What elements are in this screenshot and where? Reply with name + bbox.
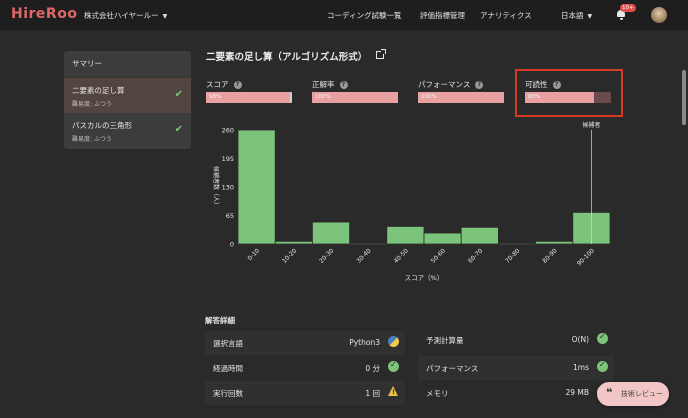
chevron-down-icon: ▼	[587, 13, 593, 20]
x-tick-label: 90-100	[576, 247, 596, 267]
page-title: 二要素の足し算（アルゴリズム形式）	[206, 52, 368, 63]
detail-row-language: 選択言語 Python3	[205, 331, 405, 355]
check-icon	[388, 360, 399, 372]
y-axis-label: 候補者数（人）	[212, 166, 220, 208]
help-icon[interactable]: ?	[475, 81, 484, 89]
external-link-icon[interactable]	[376, 49, 386, 59]
detail-row-memory: メモリ 29 MB	[418, 381, 614, 405]
scrollbar-thumb[interactable]	[682, 70, 686, 125]
page-scrollbar[interactable]	[681, 30, 686, 418]
detail-label: 予測計算量	[426, 336, 464, 345]
detail-row-elapsed-time: 経過時間 0 分	[205, 356, 405, 380]
x-tick-label: 50-60	[430, 247, 447, 264]
tech-review-button[interactable]: ❝ 技術レビュー	[597, 382, 669, 406]
x-tick-label: 80-90	[541, 247, 558, 264]
metric-performance-label: パフォーマンス?	[418, 79, 484, 90]
detail-value: 0 分	[365, 364, 380, 373]
sidebar-item-title: パスカルの三角形	[72, 121, 132, 130]
help-icon[interactable]: ?	[233, 81, 242, 89]
detail-value: O(N)	[571, 335, 589, 344]
chart-bar	[386, 226, 425, 245]
sidebar-item-two-sum[interactable]: 二要素の足し算 難易度: ふつう ✔	[64, 78, 191, 113]
y-tick-label: 0	[230, 241, 234, 249]
nav-coding-tests[interactable]: コーディング試験一覧	[327, 10, 401, 21]
detail-label: メモリ	[426, 389, 449, 398]
score-distribution-chart: 0 65 130 195 260 候補者数（人） 0-10 10-20 20-30 30-40 40…	[212, 121, 611, 282]
chart-bar	[274, 240, 313, 245]
top-header: HireRoo 株式会社ハイヤールー ▼ コーディング試験一覧 評価指標管理 アナ…	[0, 0, 688, 30]
detail-row-partial	[205, 406, 405, 418]
y-tick-label: 65	[226, 212, 234, 220]
metric-accuracy-value: 100%	[315, 94, 331, 100]
x-axis-label: スコア（%）	[405, 274, 444, 282]
candidate-marker-label: 候補者	[582, 121, 600, 129]
x-tick-label: 70-80	[504, 247, 521, 264]
detail-label: 実行回数	[213, 389, 243, 398]
check-icon: ✔	[174, 124, 183, 135]
language-label: 日本語	[561, 11, 584, 20]
notification-badge: 10+	[620, 4, 636, 12]
metric-accuracy-label: 正解率?	[312, 79, 348, 90]
help-icon[interactable]: ?	[339, 81, 348, 89]
readability-highlight-box	[515, 69, 623, 117]
x-tick-label: 60-70	[467, 247, 484, 264]
chart-bar	[535, 240, 574, 245]
y-tick-label: 195	[222, 155, 234, 163]
nav-analytics[interactable]: アナリティクス	[480, 10, 532, 21]
chart-bar	[460, 226, 499, 245]
hireroo-logo[interactable]: HireRoo	[11, 6, 77, 22]
company-selector[interactable]: 株式会社ハイヤールー ▼	[84, 10, 167, 21]
check-icon	[597, 360, 608, 372]
chart-bar	[312, 221, 351, 245]
detail-label: 経過時間	[213, 364, 243, 373]
sidebar-item-title: 二要素の足し算	[72, 86, 125, 95]
user-avatar[interactable]	[651, 7, 667, 23]
detail-value: 1ms	[573, 363, 589, 372]
language-selector[interactable]: 日本語 ▼	[561, 10, 592, 21]
x-tick-label: 10-20	[281, 247, 298, 264]
x-tick-label: 20-30	[318, 247, 335, 264]
x-tick-label: 40-50	[393, 247, 410, 264]
sidebar-summary[interactable]: サマリー	[64, 51, 191, 78]
x-tick-label: 30-40	[355, 247, 372, 264]
chart-bar	[237, 129, 276, 245]
detail-row-complexity: 予測計算量 O(N)	[418, 328, 614, 352]
metric-performance-value: 100%	[421, 94, 437, 100]
nav-evaluation-metrics[interactable]: 評価指標管理	[420, 10, 465, 21]
quote-icon: ❝	[606, 386, 613, 399]
detail-row-run-count: 実行回数 1 回	[205, 381, 405, 405]
metric-performance-bar: 100%	[418, 92, 504, 103]
python-icon	[388, 336, 399, 347]
company-name: 株式会社ハイヤールー	[84, 11, 159, 20]
metric-score-label: スコア?	[206, 79, 242, 90]
tech-review-label: 技術レビュー	[621, 390, 663, 398]
detail-value: Python3	[349, 338, 380, 347]
detail-value: 1 回	[365, 389, 380, 398]
x-tick-label: 0-10	[246, 247, 261, 262]
check-icon	[597, 332, 608, 344]
question-sidebar: サマリー 二要素の足し算 難易度: ふつう ✔ パスカルの三角形 難易度: ふつ…	[64, 51, 191, 149]
y-tick-label: 130	[222, 184, 234, 192]
detail-label: パフォーマンス	[426, 364, 479, 373]
metric-accuracy-bar: 100%	[312, 92, 398, 103]
chevron-down-icon: ▼	[162, 13, 168, 20]
metric-score-value: 98%	[209, 94, 222, 100]
warning-icon	[388, 386, 399, 397]
sidebar-item-pascal-triangle[interactable]: パスカルの三角形 難易度: ふつう ✔	[64, 113, 191, 148]
check-icon: ✔	[174, 89, 183, 100]
y-tick-label: 260	[222, 127, 234, 135]
sidebar-item-difficulty: 難易度: ふつう	[72, 101, 112, 108]
detail-row-performance: パフォーマンス 1ms	[418, 356, 614, 380]
answer-details-title: 解答詳細	[205, 316, 235, 325]
detail-value: 29 MB	[565, 388, 589, 397]
metric-score-bar: 98%	[206, 92, 292, 103]
chart-bar	[423, 232, 462, 245]
detail-label: 選択言語	[213, 339, 243, 348]
sidebar-item-difficulty: 難易度: ふつう	[72, 136, 112, 143]
